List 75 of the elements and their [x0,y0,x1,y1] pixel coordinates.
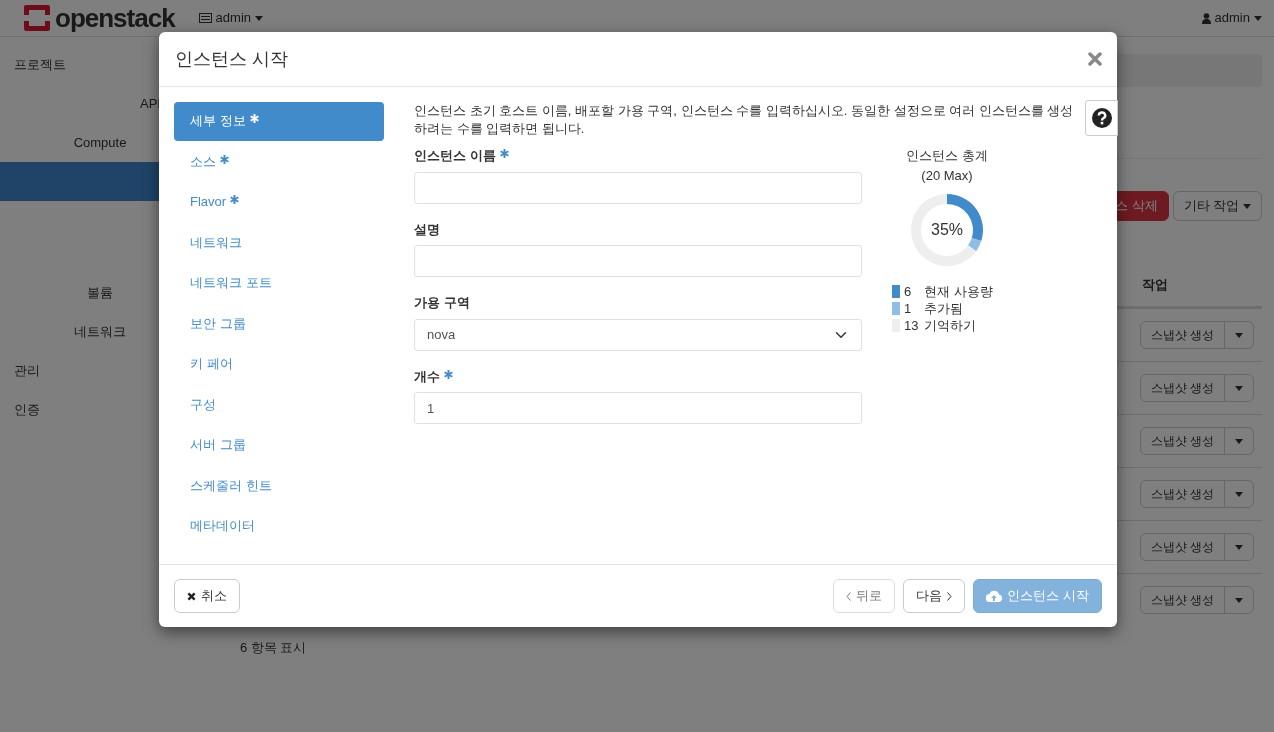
required-icon [220,154,229,164]
help-button[interactable] [1085,100,1118,136]
snapshot-button[interactable]: 스냅샷 생성 [1139,533,1225,561]
user-icon [1201,12,1211,24]
chart-title: 인스턴스 총계 [905,147,989,165]
user-menu[interactable]: admin [1201,8,1262,28]
field-label: 개수 [414,366,862,386]
snapshot-button[interactable]: 스냅샷 생성 [1139,586,1225,614]
caret-icon [1235,439,1243,445]
snapshot-button[interactable]: 스냅샷 생성 [1139,427,1225,455]
wizard-step[interactable]: 세부 정보 [174,102,384,141]
item-count: 6 항목 표시 [239,639,308,657]
legend-value: 6 [904,283,913,300]
close-button[interactable] [1088,52,1102,66]
input-field[interactable]: 1 [414,392,862,424]
more-actions-button[interactable]: 기타 작업 [1172,191,1262,221]
snapshot-button[interactable]: 스냅샷 생성 [1139,480,1225,508]
caret-icon [1235,492,1243,498]
logo-text: openstack [55,5,175,31]
project-menu[interactable]: admin [198,8,264,28]
logo-icon [24,5,50,31]
chart-center-label: 35% [931,220,963,240]
caret-icon [255,15,264,21]
close-icon [187,591,196,601]
caret-icon [1235,598,1243,604]
chart-subtitle: (20 Max) [920,166,974,185]
wizard-step[interactable]: Flavor [174,183,384,222]
input-field[interactable] [414,245,862,277]
legend-label: 기억하기 [924,317,976,334]
help-icon [1091,108,1112,128]
wizard-step[interactable]: 소스 [174,142,384,181]
legend-label: 추가됨 [924,300,963,317]
caret-icon [1235,333,1243,339]
select-field[interactable]: nova [414,318,862,351]
dropdown-toggle-button[interactable] [1224,480,1254,508]
wizard-step[interactable]: 메타데이터 [174,507,384,546]
wizard-step[interactable]: 네트워크 [174,223,384,262]
help-text: 인스턴스 초기 호스트 이름, 배포할 가용 구역, 인스턴스 수를 입력하십시오. 동일한 설정으로 여러 인스턴스를 생성하려는 수를 입력하면 됩니다. [414,102,1074,138]
required-icon [230,195,240,204]
caret-icon [1254,15,1262,21]
chevron-left-icon [846,591,852,601]
wizard-step[interactable]: 네트워크 포트 [174,264,384,303]
caret-icon [1243,204,1251,210]
field-label: 설명 [414,220,441,239]
dropdown-toggle-button[interactable] [1224,533,1254,561]
wizard-step[interactable]: 키 페어 [174,345,384,384]
dialog-title: 인스턴스 시작 [175,47,288,71]
legend-value: 13 [904,317,920,334]
legend-label: 현재 사용량 [924,283,993,300]
close-icon [1088,52,1102,66]
dropdown-toggle-button[interactable] [1224,374,1254,402]
column-header: 작업 [1141,275,1169,294]
list-icon [198,13,212,23]
required-icon [499,149,509,158]
dropdown-toggle-button[interactable] [1224,321,1254,349]
cancel-button[interactable]: 취소 [174,579,240,613]
wizard-step[interactable]: 구성 [174,385,384,424]
chevron-right-icon [947,591,953,601]
dropdown-toggle-button[interactable] [1224,586,1254,614]
dropdown-toggle-button[interactable] [1224,427,1254,455]
caret-icon [1235,545,1243,551]
wizard-step[interactable]: 서버 그룹 [174,426,384,465]
wizard-step[interactable]: 스케줄러 힌트 [174,466,384,505]
wizard-step[interactable]: 보안 그룹 [174,304,384,343]
required-icon [444,369,453,379]
field-label: 인스턴스 이름 [414,146,862,166]
field-label: 가용 구역 [414,294,471,312]
cloud-upload-icon [986,590,1003,602]
input-field[interactable] [414,171,862,204]
snapshot-button[interactable]: 스냅샷 생성 [1139,321,1225,349]
snapshot-button[interactable]: 스냅샷 생성 [1139,374,1225,402]
legend-value: 1 [904,300,913,317]
next-button[interactable]: 다음 [903,579,966,613]
caret-icon [1235,386,1243,392]
required-icon [249,114,259,123]
